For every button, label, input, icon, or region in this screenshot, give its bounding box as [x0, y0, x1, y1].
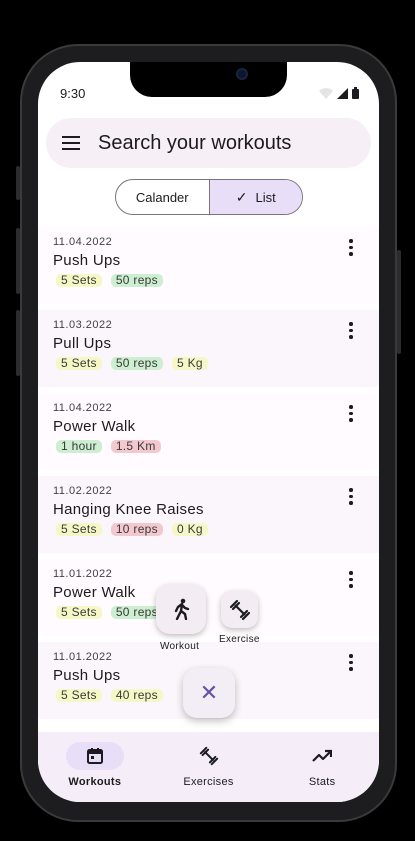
workout-card[interactable]: 11.04.2022 Power Walk 1 hour 1.5 Km — [38, 393, 379, 470]
workout-tag: 5 Sets — [56, 606, 102, 619]
walking-icon — [174, 598, 190, 620]
battery-icon — [352, 87, 359, 99]
workout-tag: 1.5 Km — [110, 440, 161, 453]
add-workout-fab[interactable] — [156, 584, 206, 634]
workout-tags: 5 Sets 10 reps 0 Kg — [56, 523, 208, 536]
workout-card[interactable]: 11.04.2022 Push Ups 5 Sets 50 reps — [38, 227, 379, 304]
workout-tag: 5 Kg — [171, 357, 208, 370]
nav-item-exercises[interactable]: Exercises — [152, 732, 266, 802]
workout-date: 11.01.2022 — [53, 651, 113, 663]
calendar-icon — [86, 748, 103, 764]
close-fab-button[interactable]: ✕ — [183, 668, 235, 718]
workout-tags: 5 Sets 50 reps 5 Kg — [56, 357, 208, 370]
trending-up-icon — [312, 749, 333, 762]
workout-card[interactable]: 11.03.2022 Pull Ups 5 Sets 50 reps 5 Kg — [38, 310, 379, 387]
nav-label-stats: Stats — [308, 776, 336, 788]
workout-date: 11.04.2022 — [53, 402, 113, 414]
workout-tag: 50 reps — [110, 357, 163, 370]
list-toggle-label: List — [255, 189, 276, 205]
workout-tags: 5 Sets 50 reps — [56, 274, 163, 287]
workout-title: Hanging Knee Raises — [53, 501, 204, 518]
workout-tags: 1 hour 1.5 Km — [56, 440, 161, 453]
search-input[interactable]: Search your workouts — [98, 132, 291, 155]
screen: 9:30 Search your workouts Calander ✓ List… — [38, 62, 379, 802]
signal-icon — [337, 88, 348, 99]
more-options-icon[interactable] — [349, 239, 353, 256]
workout-tag: 50 reps — [110, 274, 163, 287]
more-options-icon[interactable] — [349, 405, 353, 422]
workout-tag: 5 Sets — [56, 689, 102, 702]
workout-title: Pull Ups — [53, 335, 112, 352]
search-bar[interactable]: Search your workouts — [46, 118, 371, 168]
nav-item-stats[interactable]: Stats — [265, 732, 379, 802]
workout-tag: 0 Kg — [171, 523, 208, 536]
workout-date: 11.01.2022 — [53, 568, 113, 580]
nav-indicator — [293, 742, 351, 770]
workout-title: Power Walk — [53, 418, 136, 435]
nav-item-workouts[interactable]: Workouts — [38, 732, 152, 802]
more-options-icon[interactable] — [349, 571, 353, 588]
workout-tag: 40 reps — [110, 689, 163, 702]
view-toggle: Calander ✓ List — [115, 179, 303, 215]
workout-tag: 5 Sets — [56, 523, 102, 536]
workout-tag: 5 Sets — [56, 357, 102, 370]
workout-tag: 1 hour — [56, 440, 102, 453]
notch — [130, 62, 287, 97]
side-button — [16, 310, 20, 376]
status-icons — [319, 87, 359, 99]
status-time: 9:30 — [60, 86, 86, 101]
calendar-toggle-label: Calander — [135, 189, 189, 205]
more-options-icon[interactable] — [349, 322, 353, 339]
more-options-icon[interactable] — [349, 488, 353, 505]
nav-indicator — [65, 742, 124, 770]
exercise-fab-label: Exercise — [219, 634, 260, 645]
workout-title: Push Ups — [53, 667, 121, 684]
workout-fab-label: Workout — [160, 641, 200, 652]
more-options-icon[interactable] — [349, 654, 353, 671]
workout-tag: 10 reps — [110, 523, 163, 536]
workout-tag: 5 Sets — [56, 274, 102, 287]
camera — [236, 68, 248, 80]
dumbbell-icon — [229, 599, 250, 620]
calendar-toggle-button[interactable]: Calander — [116, 180, 209, 214]
workout-list: 11.04.2022 Push Ups 5 Sets 50 reps 11.03.202… — [38, 227, 379, 725]
workout-card[interactable]: 11.02.2022 Hanging Knee Raises 5 Sets 10 re… — [38, 476, 379, 553]
wifi-icon — [319, 88, 333, 99]
close-icon: ✕ — [199, 680, 219, 705]
workout-card[interactable]: 11.01.2022 Power Walk 5 Sets 50 reps — [38, 559, 379, 636]
workout-tags: 5 Sets 50 reps — [56, 606, 163, 619]
add-exercise-fab[interactable] — [221, 591, 258, 628]
dumbbell-icon — [199, 746, 218, 766]
workout-tags: 5 Sets 40 reps — [56, 689, 163, 702]
workout-title: Power Walk — [53, 584, 136, 601]
workout-date: 11.03.2022 — [53, 319, 113, 331]
menu-icon[interactable] — [62, 136, 80, 150]
list-toggle-button[interactable]: ✓ List — [208, 180, 302, 214]
nav-label-workouts: Workouts — [68, 776, 122, 788]
side-button — [16, 166, 20, 200]
workout-date: 11.04.2022 — [53, 236, 113, 248]
check-icon: ✓ — [235, 188, 248, 205]
workout-date: 11.02.2022 — [53, 485, 113, 497]
side-button — [16, 228, 20, 294]
nav-label-exercises: Exercises — [183, 776, 234, 788]
workout-title: Push Ups — [53, 252, 121, 269]
side-button — [397, 250, 401, 354]
bottom-navigation: Workouts Exercises Stats — [38, 732, 379, 802]
nav-indicator — [180, 742, 238, 770]
